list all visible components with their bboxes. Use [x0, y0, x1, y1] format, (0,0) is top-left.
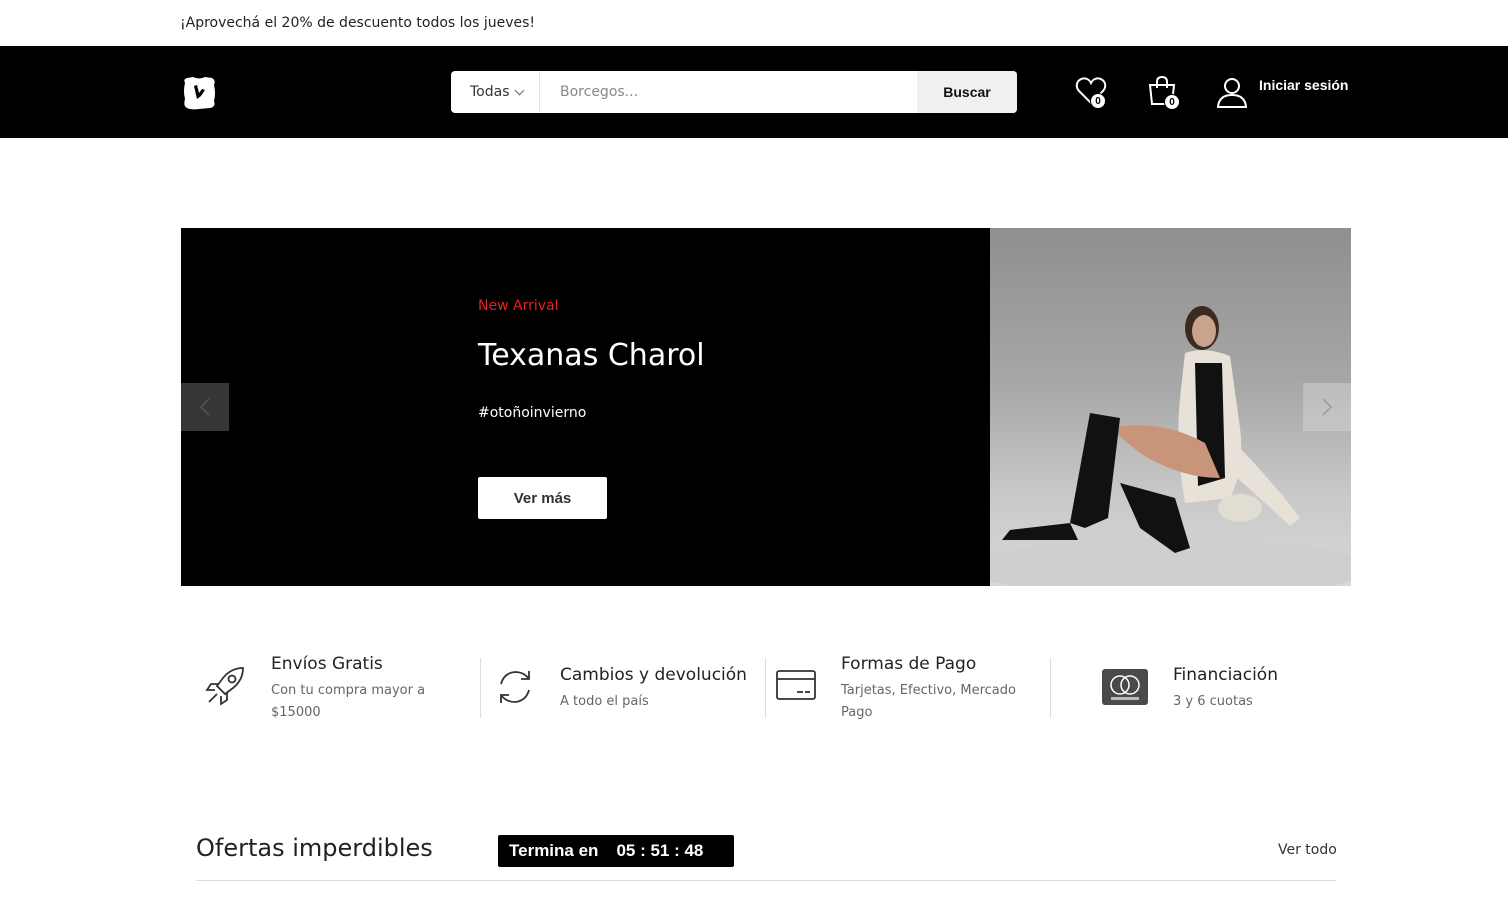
- chevron-right-icon: [1322, 398, 1333, 416]
- search-button[interactable]: Buscar: [917, 71, 1017, 113]
- feature-title: Envíos Gratis: [271, 654, 383, 674]
- promo-bar: ¡Aprovechá el 20% de descuento todos los…: [0, 0, 1508, 46]
- rocket-icon: [205, 667, 244, 706]
- feature-subtitle: A todo el país: [560, 694, 649, 709]
- feature-payment: Formas de Pago Tarjetas, Efectivo, Merca…: [766, 648, 1051, 728]
- wishlist-button[interactable]: 0: [1075, 75, 1107, 111]
- credit-card-icon: [776, 670, 816, 700]
- feature-subtitle: Con tu compra mayor a $15000: [271, 683, 426, 720]
- feature-title: Formas de Pago: [841, 654, 977, 674]
- feature-returns: Cambios y devolución A todo el país: [481, 648, 766, 728]
- timer-value: 05 : 51 : 48: [616, 841, 704, 860]
- feature-free-shipping: Envíos Gratis Con tu compra mayor a $150…: [181, 648, 481, 728]
- hero-hashtag: #otoñoinvierno: [478, 405, 587, 421]
- features-strip: Envíos Gratis Con tu compra mayor a $150…: [181, 648, 1351, 728]
- countdown-timer: Termina en 05 : 51 : 48: [498, 835, 734, 867]
- search-input[interactable]: [540, 71, 917, 113]
- login-link[interactable]: Iniciar sesión: [1259, 77, 1348, 93]
- logo-icon[interactable]: [181, 75, 217, 111]
- feature-financing: Financiación 3 y 6 cuotas: [1051, 648, 1351, 728]
- model-illustration: [970, 306, 1351, 586]
- promo-text: ¡Aprovechá el 20% de descuento todos los…: [180, 15, 536, 31]
- site-header: Todas Buscar 0 0 Iniciar sesión: [0, 46, 1508, 138]
- wishlist-count: 0: [1090, 93, 1106, 109]
- timer-label: Termina en: [509, 841, 599, 860]
- cart-count: 0: [1164, 94, 1180, 110]
- slider-next-button[interactable]: [1303, 383, 1351, 431]
- offers-title: Ofertas imperdibles: [196, 834, 433, 862]
- hero-tag: New Arrival: [478, 298, 559, 314]
- category-label: Todas: [470, 84, 510, 100]
- mastercard-icon: [1102, 669, 1148, 705]
- cart-button[interactable]: 0: [1146, 75, 1180, 111]
- feature-subtitle: 3 y 6 cuotas: [1173, 694, 1253, 709]
- user-icon[interactable]: [1216, 76, 1248, 108]
- category-select[interactable]: Todas: [451, 71, 540, 113]
- feature-title: Financiación: [1173, 665, 1278, 685]
- see-all-link[interactable]: Ver todo: [1278, 842, 1337, 858]
- hero-slider: New Arrival Texanas Charol #otoñoinviern…: [181, 228, 1351, 586]
- chevron-down-icon: [514, 85, 524, 95]
- see-more-button[interactable]: Ver más: [478, 477, 607, 519]
- feature-title: Cambios y devolución: [560, 665, 747, 685]
- section-divider: [196, 880, 1336, 881]
- search-bar: Todas Buscar: [451, 71, 1017, 113]
- slider-prev-button[interactable]: [181, 383, 229, 431]
- feature-subtitle: Tarjetas, Efectivo, Mercado Pago: [841, 683, 1016, 720]
- hero-image: [970, 228, 1351, 586]
- hero-title: Texanas Charol: [478, 338, 705, 373]
- refresh-icon: [500, 671, 530, 703]
- chevron-left-icon: [199, 398, 210, 416]
